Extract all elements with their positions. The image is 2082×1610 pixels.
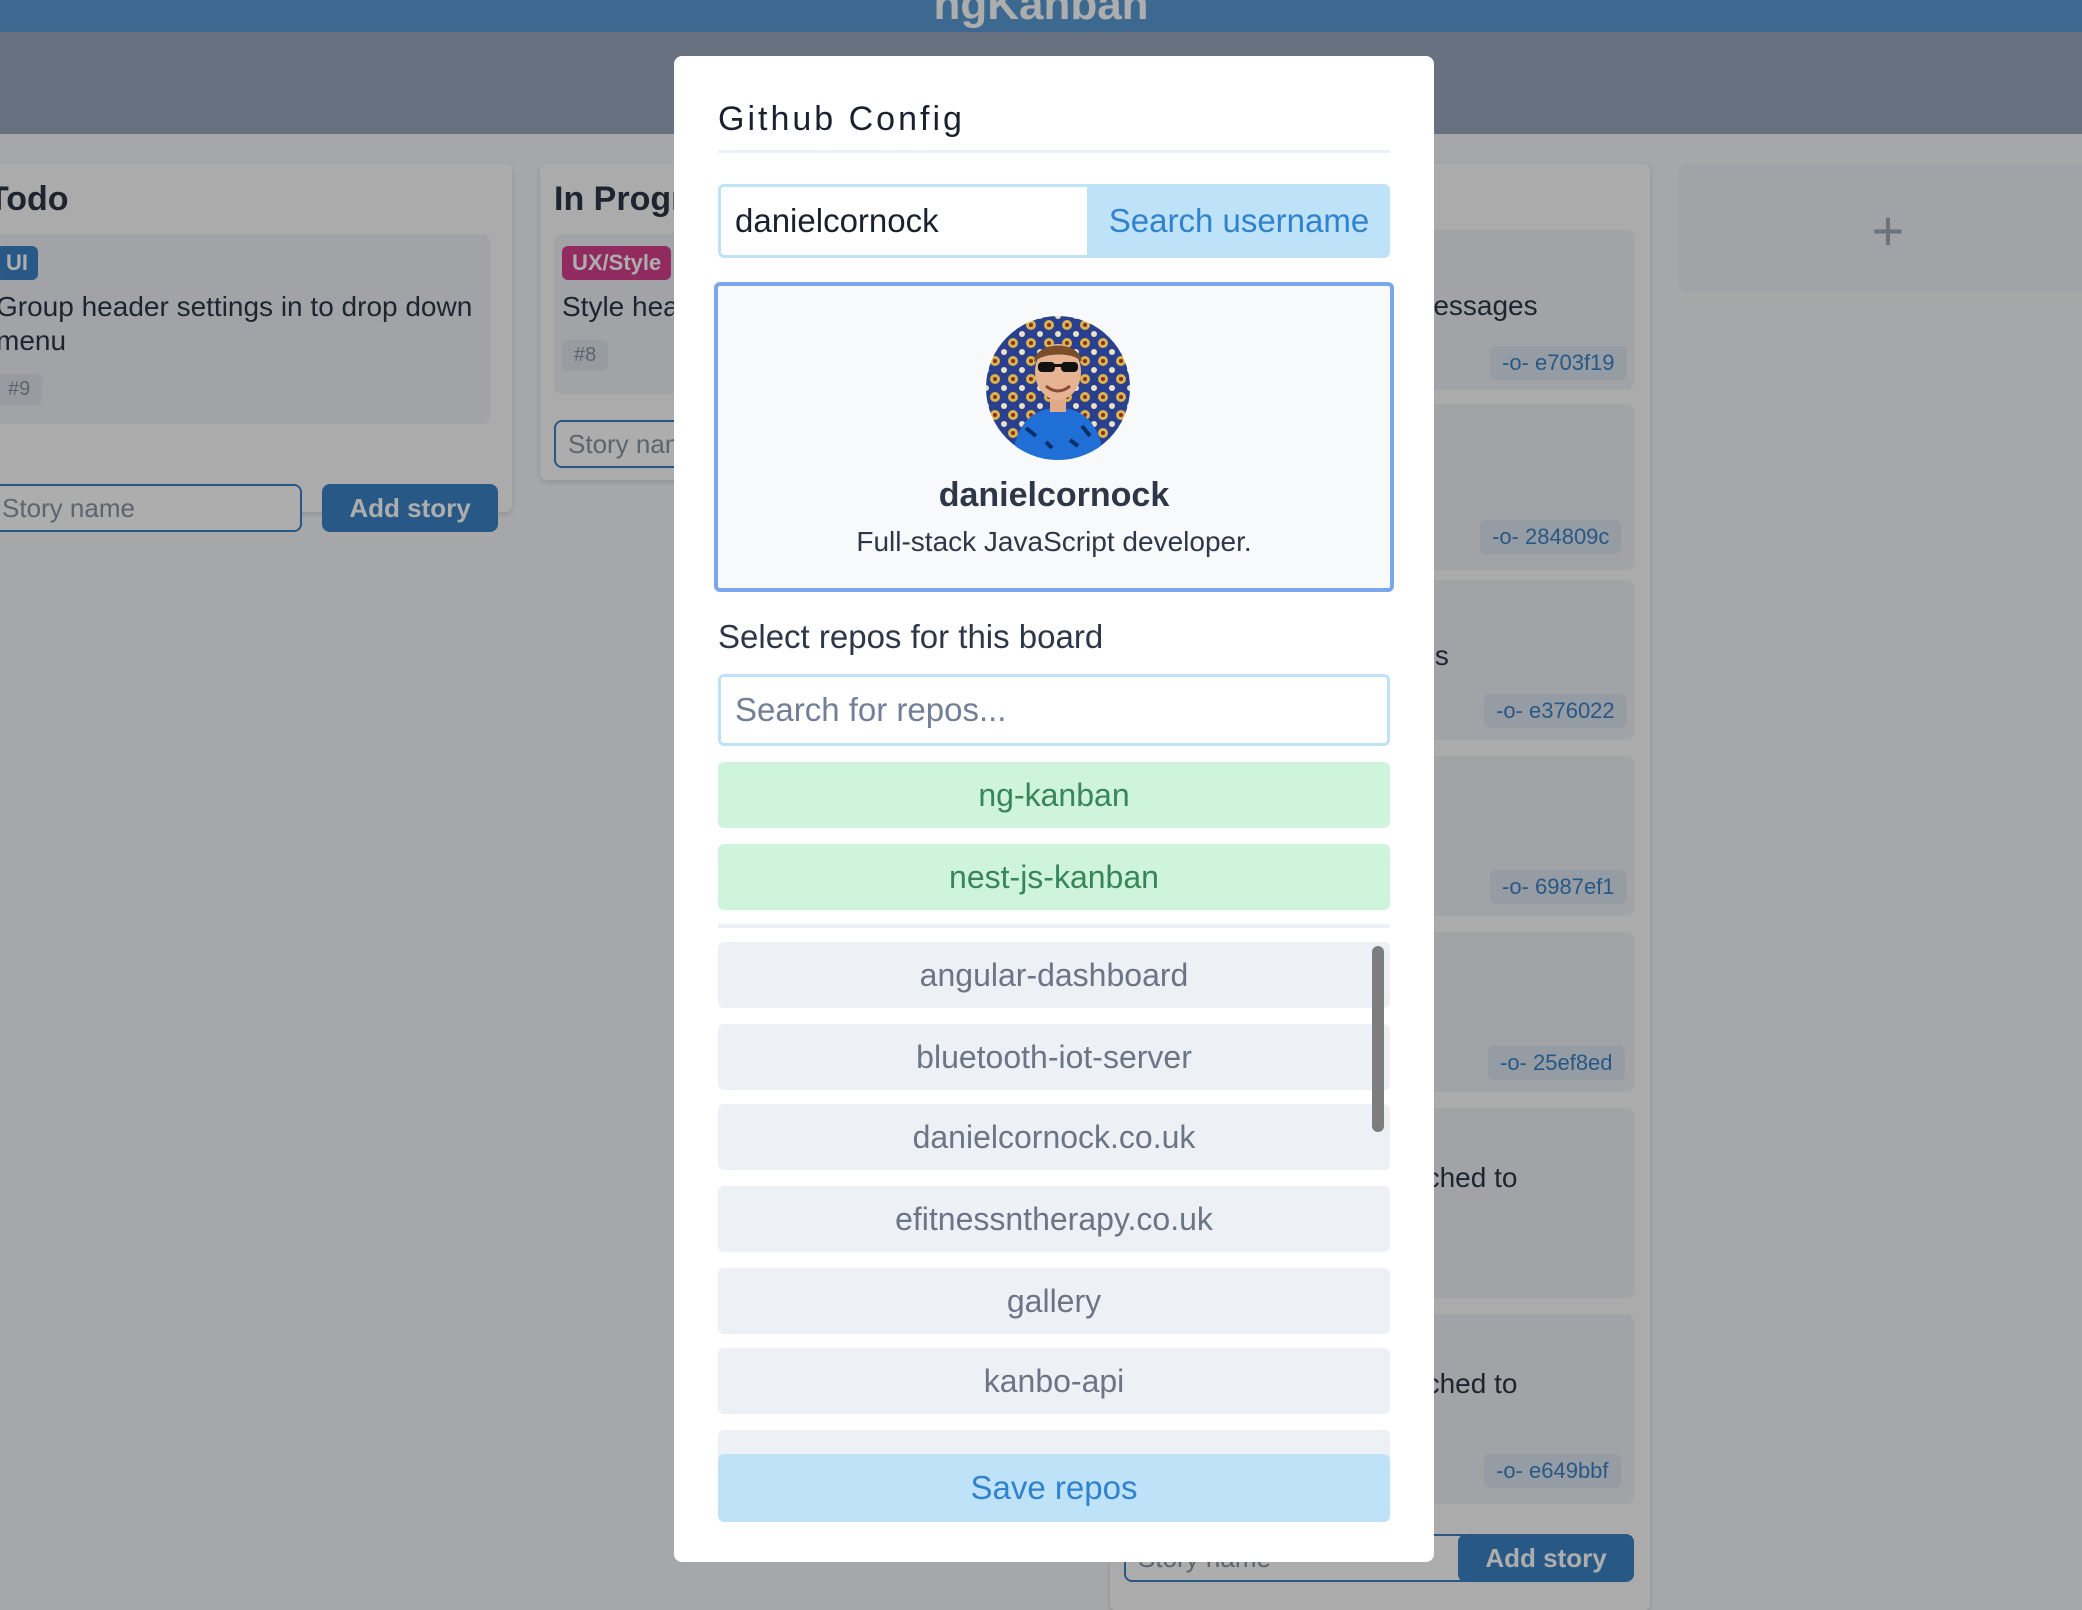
selected-repo-item[interactable]: ng-kanban [718, 762, 1390, 828]
modal-title: Github Config [718, 100, 965, 138]
avatar [986, 316, 1130, 460]
repo-item[interactable]: danielcornock.co.uk [718, 1104, 1390, 1170]
user-profile-card: danielcornock Full-stack JavaScript deve… [714, 282, 1394, 592]
save-repos-button[interactable]: Save repos [718, 1454, 1390, 1522]
selected-repo-item[interactable]: nest-js-kanban [718, 844, 1390, 910]
profile-username: danielcornock [938, 476, 1170, 514]
username-input[interactable]: danielcornock [718, 184, 1090, 258]
available-repos-list[interactable]: angular-dashboard bluetooth-iot-server d… [718, 942, 1390, 1494]
repos-section-label: Select repos for this board [718, 618, 1104, 655]
repo-item[interactable]: kanbo-api [718, 1348, 1390, 1414]
repo-item[interactable]: bluetooth-iot-server [718, 1024, 1390, 1090]
github-config-modal: Github Config danielcornock Search usern… [674, 56, 1434, 1562]
repo-list-scrollbar[interactable] [1372, 946, 1384, 1132]
divider [718, 924, 1390, 928]
search-username-button[interactable]: Search username [1088, 184, 1390, 258]
repo-item[interactable]: gallery [718, 1268, 1390, 1334]
repo-search-input[interactable]: Search for repos... [718, 674, 1390, 746]
repo-item[interactable]: efitnessntherapy.co.uk [718, 1186, 1390, 1252]
divider [718, 150, 1390, 153]
profile-bio: Full-stack JavaScript developer. [856, 526, 1252, 557]
repo-item[interactable]: angular-dashboard [718, 942, 1390, 1008]
